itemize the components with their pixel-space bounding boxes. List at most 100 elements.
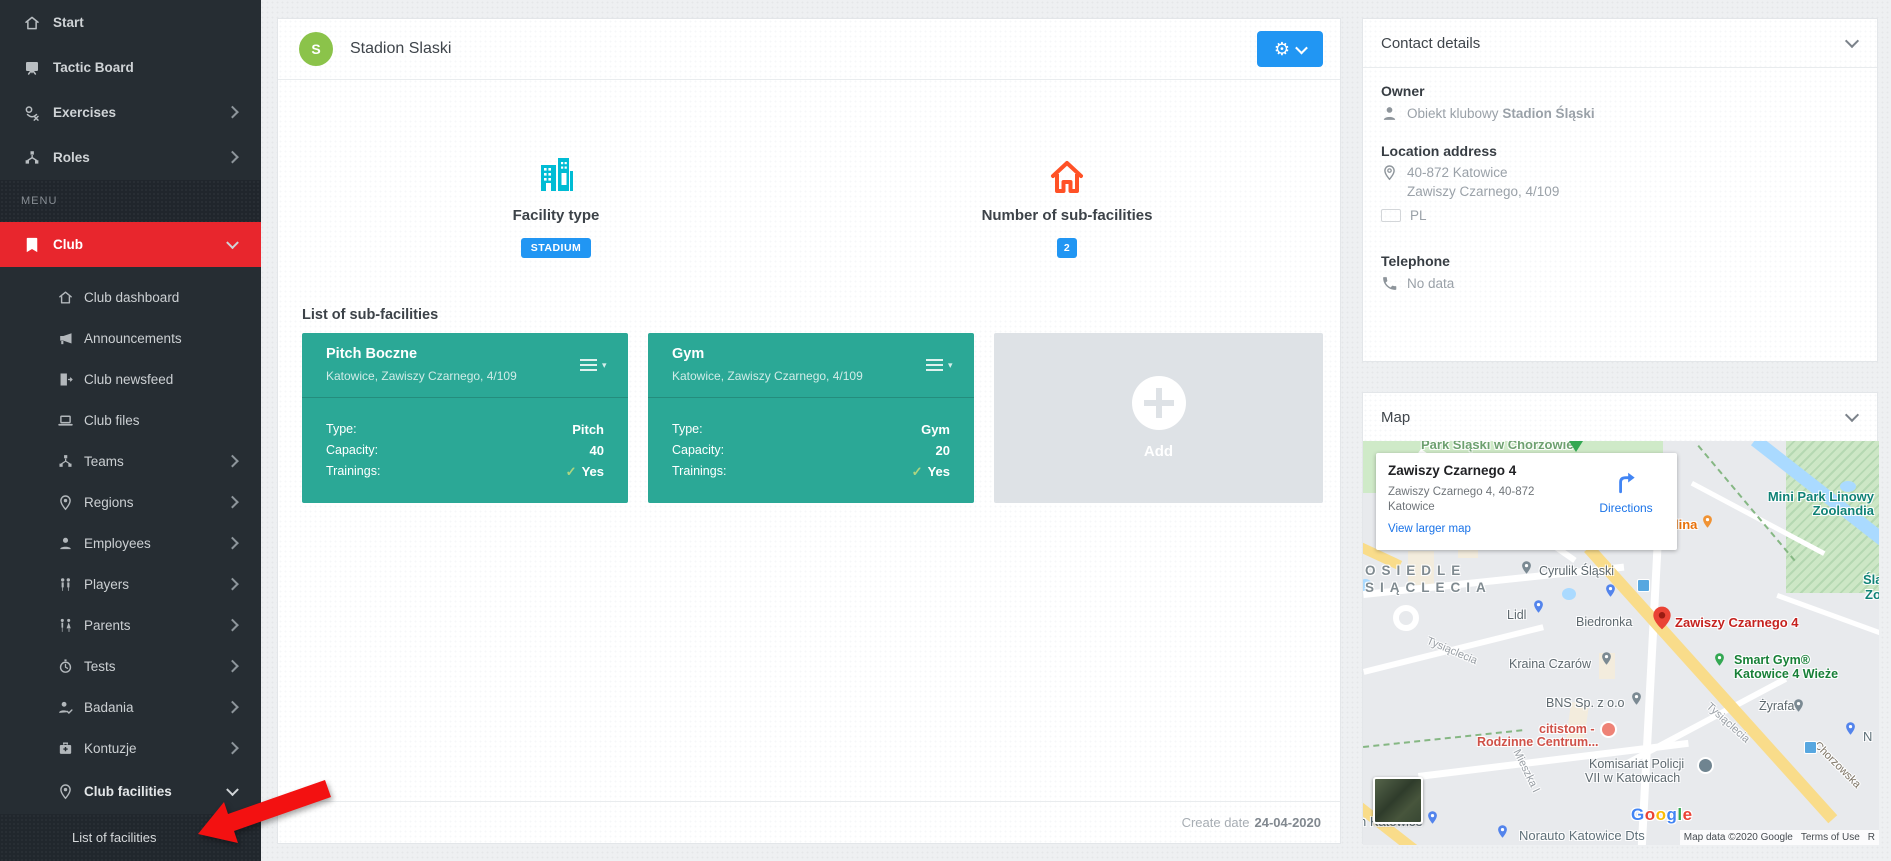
sidebar-item-label: Announcements <box>84 331 182 346</box>
create-date-value: 24-04-2020 <box>1255 815 1322 830</box>
app-root: { "colors":{"sidebar_bg":"#262d33","acti… <box>0 0 1891 861</box>
sidebar-item-label: Club facilities <box>84 784 172 799</box>
row-label: Type: <box>326 419 357 440</box>
chevron-right-icon <box>226 495 239 508</box>
subfacility-count-label: Number of sub-facilities <box>917 207 1217 224</box>
card-title: Pitch Boczne <box>326 346 417 362</box>
map-header[interactable]: Map <box>1363 393 1877 442</box>
view-larger-map-link[interactable]: View larger map <box>1388 523 1471 535</box>
map-pond <box>1562 588 1576 600</box>
sidebar-item-announcements[interactable]: Announcements <box>0 318 261 359</box>
stopwatch-icon <box>57 658 74 675</box>
home-icon <box>23 14 41 32</box>
contact-details-header[interactable]: Contact details <box>1363 19 1877 68</box>
book-icon <box>23 236 41 254</box>
directions-button[interactable]: Directions <box>1591 469 1661 515</box>
buildings-icon <box>406 151 706 197</box>
map-label: OSIEDLE <box>1365 563 1466 578</box>
map-label: Zoolandia <box>1813 503 1874 518</box>
sidebar-item-kontuzje[interactable]: Kontuzje <box>0 728 261 769</box>
terms-of-use-link[interactable]: Terms of Use <box>1797 830 1864 845</box>
sidebar-item-exercises[interactable]: Exercises <box>0 90 261 135</box>
sidebar-item-label: Parents <box>84 618 131 633</box>
row-label: Trainings: <box>672 461 726 482</box>
row-value: Pitch <box>572 419 604 440</box>
home-icon <box>57 289 74 306</box>
sidebar-item-label: Start <box>53 15 84 30</box>
map-street-label: Mieszka I <box>1511 747 1542 794</box>
chevron-down-icon <box>1845 408 1859 422</box>
subfacility-card-gym[interactable]: Gym Katowice, Zawiszy Czarnego, 4/109 ▾ … <box>648 333 974 503</box>
facility-type-label: Facility type <box>406 207 706 224</box>
medkit-icon <box>57 740 74 757</box>
sidebar-item-badania[interactable]: Badania <box>0 687 261 728</box>
chevron-right-icon <box>226 454 239 467</box>
menu-section-label: MENU <box>21 195 57 207</box>
sidebar-item-start[interactable]: Start <box>0 0 261 45</box>
map-poi-police-icon <box>1697 757 1714 774</box>
sidebar-item-club[interactable]: Club <box>0 222 261 267</box>
chevron-right-icon <box>226 659 239 672</box>
sidebar-item-teams[interactable]: Teams <box>0 441 261 482</box>
map-title: Map <box>1381 409 1410 426</box>
owner-row: Obiekt klubowy Stadion Śląski <box>1381 105 1595 122</box>
map-label: Żyrafa <box>1759 699 1794 713</box>
chevron-right-icon <box>226 536 239 549</box>
sidebar-item-label: Employees <box>84 536 151 551</box>
sidebar-item-club-files[interactable]: Club files <box>0 400 261 441</box>
report-link[interactable]: R <box>1864 830 1879 845</box>
add-subfacility-card[interactable]: Add <box>994 333 1323 503</box>
sidebar-item-club-newsfeed[interactable]: Club newsfeed <box>0 359 261 400</box>
map-label: BNS Sp. z o.o <box>1546 696 1625 710</box>
person-icon <box>57 535 74 552</box>
parents-icon <box>57 617 74 634</box>
sidebar: Start Tactic Board Exercises Roles MENU … <box>0 0 261 861</box>
map-pin-shopping-icon <box>1425 807 1440 828</box>
map-label: VII w Katowicach <box>1585 771 1680 785</box>
telephone-value: No data <box>1407 276 1454 291</box>
location-row: 40-872 Katowice Zawiszy Czarnego, 4/109 <box>1381 163 1559 201</box>
country-row: PL <box>1381 208 1427 223</box>
subfacility-count-badge: 2 <box>1057 238 1077 258</box>
map-label: Zoo <box>1865 587 1879 602</box>
sidebar-item-parents[interactable]: Parents <box>0 605 261 646</box>
facility-header: S Stadion Slaski ⚙ <box>278 19 1340 80</box>
info-card-address-line1: Zawiszy Czarnego 4, 40-872 <box>1388 486 1534 498</box>
door-icon <box>57 371 74 388</box>
row-label: Capacity: <box>326 440 378 461</box>
chevron-down-icon <box>1845 34 1859 48</box>
map-pin-shopping-icon <box>1603 580 1618 601</box>
map-pin-restaurant-icon <box>1700 511 1715 532</box>
subfacility-list-title: List of sub-facilities <box>302 307 438 323</box>
facility-avatar: S <box>299 32 333 66</box>
info-card-address-line2: Katowice <box>1388 501 1435 513</box>
annotation-arrow <box>193 776 333 846</box>
chevron-right-icon <box>226 741 239 754</box>
sidebar-item-label: Club dashboard <box>84 290 179 305</box>
satellite-toggle-thumbnail[interactable] <box>1373 777 1423 824</box>
address-line2: Zawiszy Czarnego, 4/109 <box>1407 184 1559 199</box>
card-row-capacity: Capacity: 40 <box>326 440 604 461</box>
card-menu-button[interactable]: ▾ <box>926 355 956 375</box>
google-map[interactable]: Park Śląski w Chorzowie Mini Park Linowy… <box>1363 441 1879 845</box>
sidebar-item-roles[interactable]: Roles <box>0 135 261 180</box>
card-menu-button[interactable]: ▾ <box>580 355 610 375</box>
sidebar-item-label: Badania <box>84 700 134 715</box>
sidebar-item-employees[interactable]: Employees <box>0 523 261 564</box>
map-label: Śląs <box>1863 572 1879 587</box>
sidebar-item-club-dashboard[interactable]: Club dashboard <box>0 277 261 318</box>
subfacility-card-pitch-boczne[interactable]: Pitch Boczne Katowice, Zawiszy Czarnego,… <box>302 333 628 503</box>
check-icon: ✓ <box>912 464 923 479</box>
sidebar-item-tests[interactable]: Tests <box>0 646 261 687</box>
location-pin-icon <box>1381 164 1398 181</box>
map-label: SIĄCLECIA <box>1365 580 1492 595</box>
map-label: Rodzinne Centrum... <box>1477 735 1599 749</box>
sidebar-item-tactic-board[interactable]: Tactic Board <box>0 45 261 90</box>
add-label: Add <box>1144 443 1173 460</box>
settings-dropdown-button[interactable]: ⚙ <box>1257 31 1323 67</box>
sidebar-item-label: Roles <box>53 150 90 165</box>
sidebar-item-regions[interactable]: Regions <box>0 482 261 523</box>
map-label: Mini Park Linowy <box>1768 489 1874 504</box>
sidebar-item-players[interactable]: Players <box>0 564 261 605</box>
map-label: Kraina Czarów <box>1509 657 1591 671</box>
